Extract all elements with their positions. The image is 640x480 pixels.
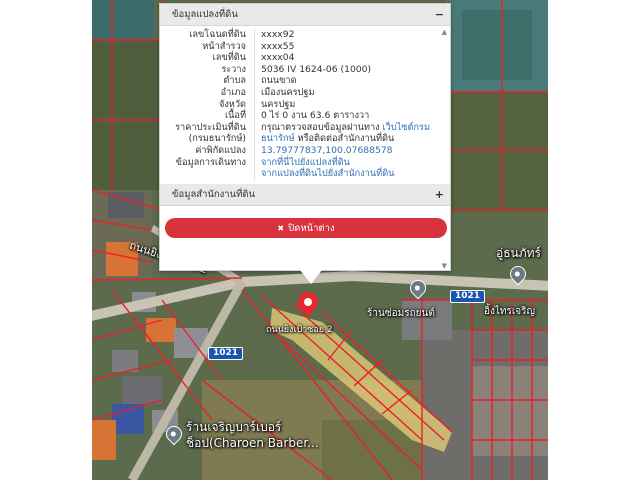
close-popup-label: ปิดหน้าต่าง	[288, 222, 335, 234]
info-value: เมืองนครปฐม	[254, 86, 450, 99]
info-row: ตำบล ถนนขาด	[160, 75, 450, 87]
info-value: 0 ไร่ 0 งาน 63.6 ตารางวา	[254, 110, 450, 122]
info-row: เลขโฉนดที่ดิน xxxx92	[160, 29, 450, 41]
road-shield-1: 1021	[450, 290, 486, 303]
info-label: หน้าสำรวจ	[202, 40, 246, 52]
parcel-info-title: ข้อมูลแปลงที่ดิน	[172, 9, 238, 20]
info-value: xxxx04	[254, 52, 450, 64]
road-shield-2: 1021	[208, 347, 244, 360]
info-value: xxxx55	[254, 40, 450, 53]
info-label: ตำบล	[223, 75, 246, 87]
info-value: ถนนขาด	[254, 75, 450, 87]
directions-to-office-link[interactable]: จากแปลงที่ดินไปยังสำนักงานที่ดิน	[261, 168, 394, 179]
coord-row: ค่าพิกัดแปลง 13.79777837,100.07688578	[160, 144, 450, 157]
barber-label-2: ช็อป(Charoen Barber...	[186, 436, 319, 450]
coord-label: ค่าพิกัดแปลง	[195, 144, 246, 156]
price-text: กรุณาตรวจสอบข้อมูลผ่านทาง	[261, 121, 380, 133]
treasury-link[interactable]: ธนารักษ์	[261, 133, 295, 144]
price-label-2: (กรมธนารักษ์)	[188, 133, 246, 145]
directions-to-parcel-link[interactable]: จากที่นี่ไปยังแปลงที่ดิน	[261, 157, 350, 168]
info-row: จังหวัด นครปฐม	[160, 98, 450, 111]
info-label: ระวาง	[221, 63, 246, 75]
expand-icon[interactable]: +	[435, 188, 444, 201]
price-value: กรุณาตรวจสอบข้อมูลผ่านทาง เว็บไซต์กรม	[254, 121, 450, 134]
parcel-info-popup: ข้อมูลแปลงที่ดิน − เลขโฉนดที่ดิน xxxx92 …	[159, 3, 451, 271]
parcel-info-header[interactable]: ข้อมูลแปลงที่ดิน −	[160, 4, 450, 26]
nav-value: จากที่นี่ไปยังแปลงที่ดิน	[254, 156, 450, 169]
price-row: ราคาประเมินที่ดิน กรุณาตรวจสอบข้อมูลผ่าน…	[160, 121, 450, 134]
info-value: 5036 IV 1624-06 (1000)	[254, 63, 450, 76]
coord-value: 13.79777837,100.07688578	[254, 144, 450, 157]
scroll-up-icon[interactable]: ▲	[442, 28, 447, 36]
shop-label-3: อิ้งไทรเจริญ	[484, 306, 536, 317]
nav-row-2: จากแปลงที่ดินไปยังสำนักงานที่ดิน	[160, 168, 450, 180]
info-row: ระวาง 5036 IV 1624-06 (1000)	[160, 63, 450, 76]
land-office-title: ข้อมูลสำนักงานที่ดิน	[172, 188, 256, 200]
info-row: อำเภอ เมืองนครปฐม	[160, 86, 450, 99]
nav-label: ข้อมูลการเดินทาง	[175, 156, 246, 168]
popup-pointer	[300, 270, 322, 284]
nav-value-2: จากแปลงที่ดินไปยังสำนักงานที่ดิน	[254, 168, 450, 180]
info-label: เลขโฉนดที่ดิน	[189, 29, 246, 40]
marker-place-label: ถนนยิงเป้าซอย 2	[266, 325, 333, 335]
info-label: เนื้อที่	[225, 110, 246, 122]
price-row-2: (กรมธนารักษ์) ธนารักษ์ หรือติดต่อสำนักงา…	[160, 133, 450, 145]
parcel-info-table: เลขโฉนดที่ดิน xxxx92 หน้าสำรวจ xxxx55 เล…	[160, 29, 450, 180]
info-row: หน้าสำรวจ xxxx55	[160, 40, 450, 53]
info-row: เนื้อที่ 0 ไร่ 0 งาน 63.6 ตารางวา	[160, 110, 450, 122]
nav-label-blank	[160, 168, 254, 180]
coordinate-link[interactable]: 13.79777837,100.07688578	[261, 145, 393, 156]
info-value: xxxx92	[254, 29, 450, 41]
collapse-icon[interactable]: −	[435, 8, 444, 21]
shop-label-1: ร้านซ่อมรถยนต์	[367, 308, 435, 319]
price-text-2: หรือติดต่อสำนักงานที่ดิน	[297, 133, 395, 145]
nav-row: ข้อมูลการเดินทาง จากที่นี่ไปยังแปลงที่ดิ…	[160, 156, 450, 169]
land-office-header[interactable]: ข้อมูลสำนักงานที่ดิน +	[160, 183, 450, 206]
treasury-website-link[interactable]: เว็บไซต์กรม	[383, 122, 431, 133]
info-label: เลขที่ดิน	[212, 52, 246, 64]
info-label: อำเภอ	[220, 86, 246, 98]
info-label: จังหวัด	[218, 98, 246, 110]
price-value-2: ธนารักษ์ หรือติดต่อสำนักงานที่ดิน	[254, 133, 450, 145]
scroll-down-icon[interactable]: ▼	[442, 262, 447, 270]
info-row: เลขที่ดิน xxxx04	[160, 52, 450, 64]
price-label: ราคาประเมินที่ดิน	[175, 121, 246, 133]
close-popup-button[interactable]: ✖ ปิดหน้าต่าง	[165, 218, 447, 238]
close-icon: ✖	[277, 223, 285, 233]
shop-label-2: อู่ธนภัทร์	[496, 246, 541, 260]
info-value: นครปฐม	[254, 98, 450, 111]
